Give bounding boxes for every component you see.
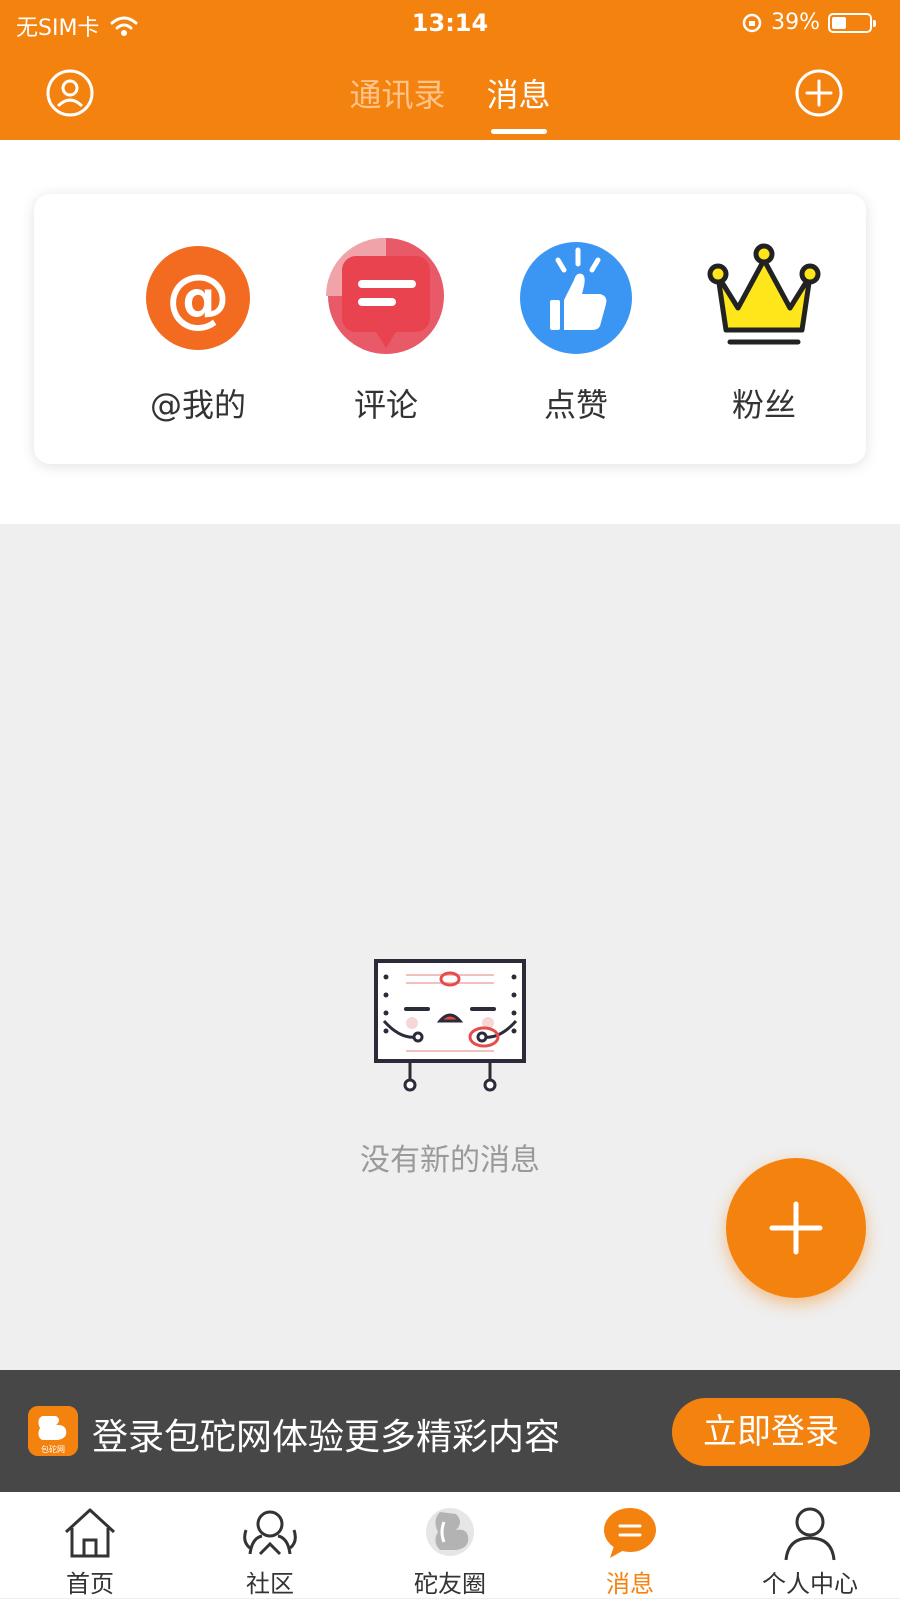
- nav-label: 社区: [246, 1570, 294, 1598]
- orientation-lock-icon: [742, 13, 762, 32]
- battery-icon: [828, 12, 876, 33]
- nav-circle[interactable]: 砣友圈: [390, 1502, 510, 1599]
- home-icon: [64, 1508, 116, 1558]
- nav-label: 首页: [66, 1570, 114, 1598]
- tab-contacts[interactable]: 通讯录: [349, 70, 445, 116]
- app-logo-icon: 包砣网: [28, 1406, 78, 1456]
- thumbs-up-icon: [520, 242, 632, 354]
- header-tabs: 通讯录 消息: [0, 70, 900, 134]
- empty-state: 没有新的消息: [0, 955, 900, 1179]
- crown-icon: [707, 243, 821, 345]
- empty-mascot-icon: [374, 959, 526, 1092]
- svg-text:@: @: [166, 262, 230, 336]
- nav-label: 消息: [606, 1570, 654, 1598]
- battery-percent: 39%: [771, 10, 820, 35]
- bottom-nav: 首页 社区 砣友圈 消息 个人中心: [0, 1492, 900, 1598]
- nav-home[interactable]: 首页: [30, 1502, 150, 1599]
- nav-messages[interactable]: 消息: [570, 1502, 690, 1599]
- shortcut-card: @ @我的 评论 点赞 粉丝: [34, 194, 866, 464]
- shortcut-label: @我的: [149, 386, 246, 424]
- login-button[interactable]: 立即登录: [672, 1398, 870, 1466]
- shortcut-fans[interactable]: 粉丝: [684, 238, 844, 426]
- nav-label: 砣友圈: [414, 1570, 486, 1598]
- nav-profile[interactable]: 个人中心: [750, 1502, 870, 1599]
- nav-label: 个人中心: [762, 1570, 858, 1598]
- app-logo-text: 包砣网: [41, 1444, 65, 1454]
- circle-logo-icon: [426, 1508, 474, 1556]
- shortcut-label: 粉丝: [731, 386, 796, 424]
- community-icon: [243, 1510, 297, 1556]
- message-icon: [604, 1508, 656, 1558]
- status-right: 39%: [741, 10, 876, 35]
- login-banner: 包砣网 登录包砣网体验更多精彩内容 立即登录: [0, 1370, 900, 1492]
- login-prompt: 登录包砣网体验更多精彩内容: [92, 1417, 561, 1458]
- plus-icon: [769, 1201, 823, 1255]
- shortcut-comments[interactable]: 评论: [306, 237, 466, 426]
- comment-icon: [326, 237, 444, 354]
- plus-circle-icon[interactable]: [794, 68, 844, 118]
- app-header: 无SIM卡 13:14 39% 通讯录 消息: [0, 0, 900, 140]
- shortcut-at-me[interactable]: @ @我的: [118, 238, 278, 426]
- shortcut-label: 评论: [353, 386, 418, 424]
- shortcut-likes[interactable]: 点赞: [496, 238, 656, 426]
- profile-icon: [784, 1507, 836, 1561]
- status-bar: 无SIM卡 13:14 39%: [0, 0, 900, 48]
- shortcut-label: 点赞: [543, 386, 608, 424]
- nav-community[interactable]: 社区: [210, 1502, 330, 1599]
- floating-add-button[interactable]: [726, 1158, 866, 1298]
- tab-messages[interactable]: 消息: [487, 70, 551, 134]
- at-icon: @: [146, 246, 250, 350]
